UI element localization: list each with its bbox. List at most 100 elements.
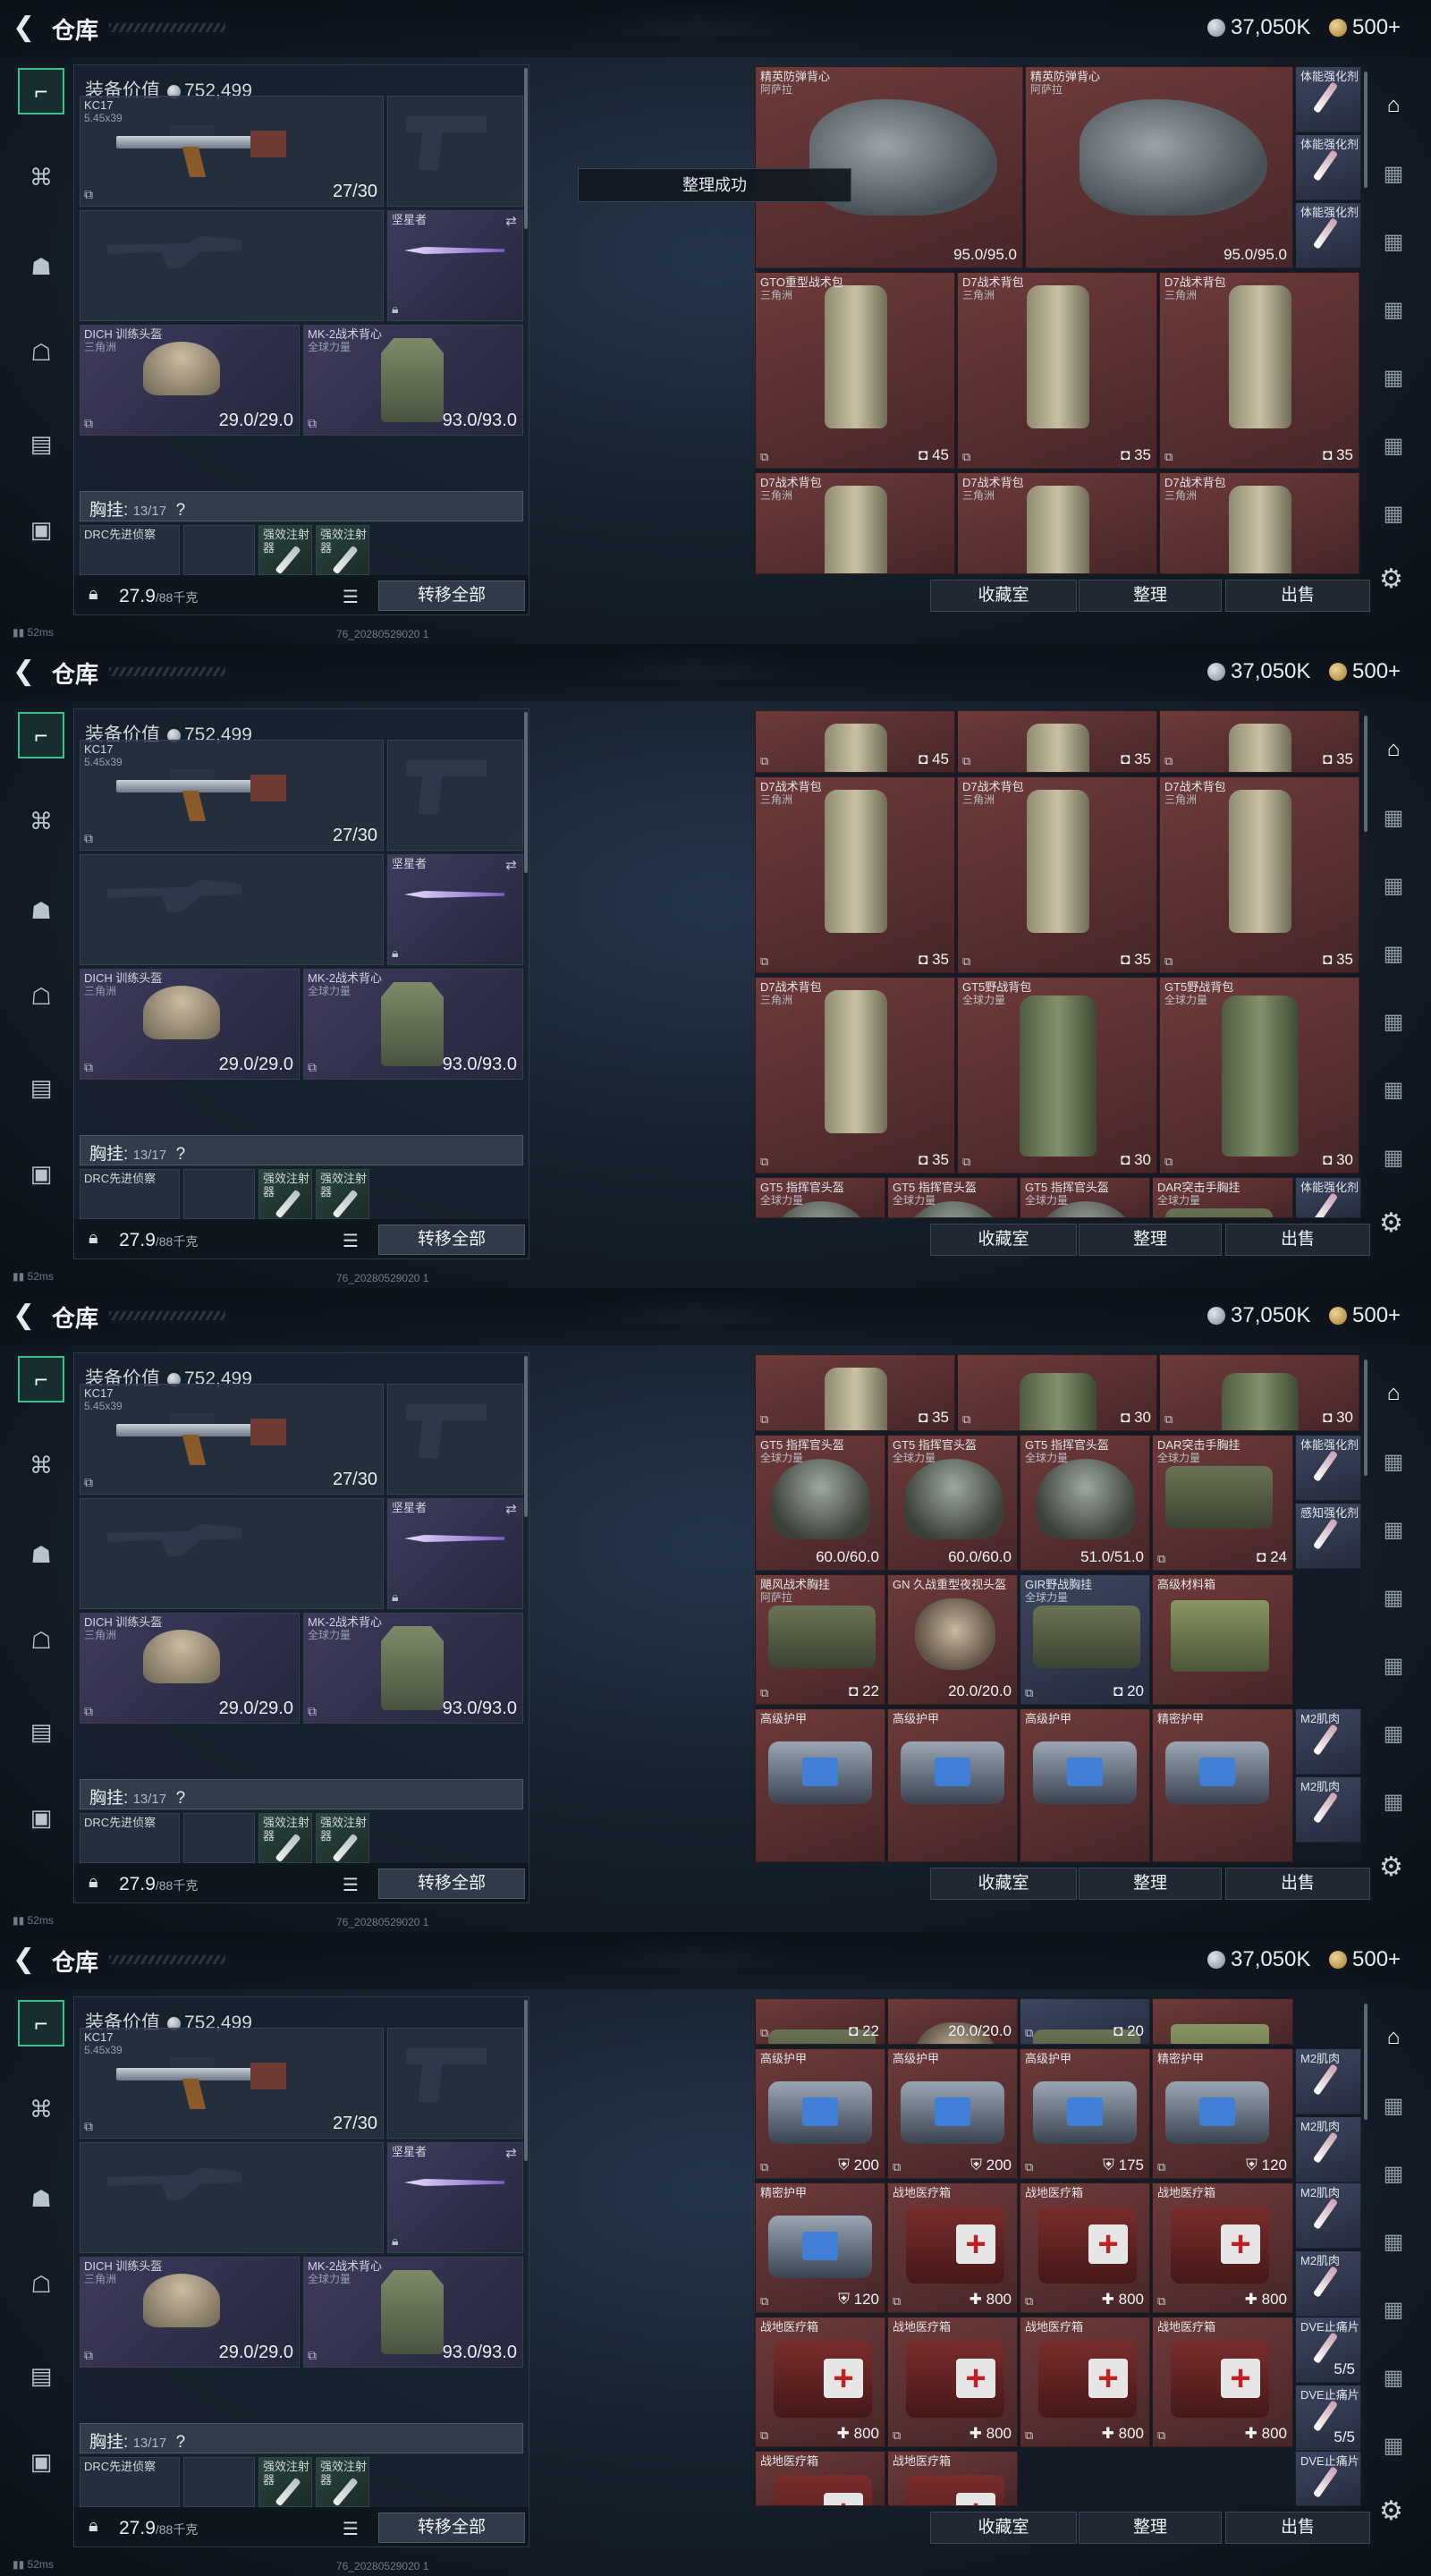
chest-rig-row[interactable]: 胸挂: 13/17 ? [80, 2423, 523, 2453]
inventory-item[interactable]: 感知强化剂 [1295, 1503, 1361, 1569]
sort-button[interactable]: 整理 [1079, 1868, 1222, 1900]
lock-bag-icon[interactable]: ☖ [18, 1617, 64, 1664]
inventory-item[interactable]: 高级护甲 [1020, 1708, 1150, 1862]
silver-currency[interactable]: 37,050K [1207, 658, 1310, 685]
chest-item[interactable]: DRC先进侦察 [80, 1169, 180, 1219]
inventory-item[interactable]: 战地医疗箱 ✚ 800 ⧉ [887, 2317, 1018, 2447]
inventory-item[interactable]: 精英防弹背心 阿萨拉 95.0/95.0 [755, 66, 1023, 268]
storage-tab-icon[interactable]: ▦ [1374, 2358, 1413, 2397]
inventory-item[interactable]: DVE止痛片 [1295, 2451, 1361, 2506]
storage-tab-icon[interactable]: ▦ [1374, 866, 1413, 905]
storage-tab-icon[interactable]: ▦ [1374, 290, 1413, 329]
rig-icon[interactable]: ⌘ [18, 2086, 64, 2132]
collection-room-button[interactable]: 收藏室 [930, 1868, 1077, 1900]
toolbox-icon[interactable]: ▣ [18, 1794, 64, 1841]
chest-item[interactable]: DRC先进侦察 [80, 1813, 180, 1863]
silver-currency[interactable]: 37,050K [1207, 14, 1310, 41]
case-icon[interactable]: ▤ [18, 420, 64, 467]
help-icon[interactable]: ? [176, 1789, 186, 1808]
swap-icon[interactable]: ⇄ [505, 2145, 517, 2161]
gun-icon[interactable]: ⌐ [18, 68, 64, 114]
inventory-item[interactable]: ◘ 20 ⧉ [1020, 1998, 1150, 2045]
transfer-all-button[interactable]: 转移全部 [378, 580, 525, 611]
inventory-item[interactable]: 战地医疗箱 ✚ 800 ⧉ [755, 2317, 885, 2447]
swap-icon[interactable]: ⇄ [505, 1501, 517, 1517]
warehouse-tab-icon[interactable]: ⌂ [1374, 2018, 1413, 2057]
silver-currency[interactable]: 37,050K [1207, 1946, 1310, 1973]
rig-icon[interactable]: ⌘ [18, 798, 64, 844]
settings-gear-icon[interactable]: ⚙ [1379, 2496, 1403, 2527]
inventory-item[interactable]: 体能强化剂 [1295, 1177, 1361, 1218]
inventory-item[interactable]: GIR野战胸挂 全球力量 ◘ 20 ⧉ [1020, 1574, 1150, 1705]
inventory-item[interactable]: M2肌肉 [1295, 2116, 1361, 2182]
sort-button[interactable]: 整理 [1079, 580, 1222, 612]
gun-icon[interactable]: ⌐ [18, 2000, 64, 2046]
secondary-weapon-slot[interactable] [80, 2142, 384, 2253]
inventory-item[interactable]: GT5 指挥官头盔 全球力量 [887, 1177, 1018, 1218]
inventory-item[interactable]: 精密护甲 [1152, 1708, 1293, 1862]
primary-weapon-slot[interactable]: KC17 5.45x39 ⧉ 27/30 [80, 2028, 384, 2139]
chest-item[interactable]: 强效注射器 [316, 2457, 369, 2507]
back-arrow-icon[interactable]: ❮ [13, 1945, 43, 1975]
lock-bag-icon[interactable]: ☖ [18, 973, 64, 1020]
settings-gear-icon[interactable]: ⚙ [1379, 564, 1403, 595]
rig-icon[interactable]: ⌘ [18, 154, 64, 200]
equipment-scrollbar[interactable] [524, 68, 528, 229]
inventory-item[interactable]: D7战术背包 三角洲 ◘ 35 ⧉ [755, 977, 955, 1174]
list-icon[interactable]: ☰ [343, 2518, 359, 2540]
armor-slot[interactable]: MK-2战术背心 全球力量 ⧉ 93.0/93.0 [303, 325, 523, 436]
pistol-slot[interactable] [387, 1384, 523, 1495]
inventory-item[interactable]: 战地医疗箱 ✚ 800 ⧉ [1152, 2317, 1293, 2447]
inventory-item[interactable]: ◘ 35 ⧉ [1159, 710, 1359, 773]
storage-tab-icon[interactable]: ▦ [1374, 494, 1413, 533]
inventory-item[interactable]: 战地医疗箱 [887, 2451, 1018, 2506]
pistol-slot[interactable] [387, 96, 523, 207]
primary-weapon-slot[interactable]: KC17 5.45x39 ⧉ 27/30 [80, 1384, 384, 1495]
inventory-item[interactable]: 战地医疗箱 ✚ 800 ⧉ [1152, 2182, 1293, 2313]
inventory-item[interactable]: 战地医疗箱 ✚ 800 ⧉ [1020, 2182, 1150, 2313]
inventory-item[interactable]: 战地医疗箱 ✚ 800 ⧉ [1020, 2317, 1150, 2447]
inventory-item[interactable]: 高级护甲 ⛨ 200 ⧉ [755, 2048, 885, 2179]
swap-icon[interactable]: ⇄ [505, 857, 517, 873]
sell-button[interactable]: 出售 [1225, 1224, 1370, 1256]
inventory-item[interactable]: GT5 指挥官头盔 全球力量 51.0/51.0 [1020, 1435, 1150, 1571]
inventory-item[interactable]: ◘ 22 ⧉ [755, 1998, 885, 2045]
inventory-item[interactable]: 战地医疗箱 ✚ 800 ⧉ [887, 2182, 1018, 2313]
inventory-item[interactable]: 体能强化剂 [1295, 66, 1361, 132]
storage-tab-icon[interactable]: ▦ [1374, 154, 1413, 193]
gun-icon[interactable]: ⌐ [18, 1356, 64, 1402]
storage-tab-icon[interactable]: ▦ [1374, 2154, 1413, 2193]
chest-item[interactable] [183, 2457, 255, 2507]
storage-tab-icon[interactable]: ▦ [1374, 2426, 1413, 2465]
inventory-item[interactable]: M2肌肉 [1295, 1708, 1361, 1775]
inventory-item[interactable]: D7战术背包 三角洲 [755, 472, 955, 574]
storage-tab-icon[interactable]: ▦ [1374, 426, 1413, 465]
inventory-item[interactable]: 精英防弹背心 阿萨拉 95.0/95.0 [1025, 66, 1293, 268]
back-arrow-icon[interactable]: ❮ [13, 1301, 43, 1331]
inventory-item[interactable]: D7战术背包 三角洲 [957, 472, 1157, 574]
pistol-slot[interactable] [387, 740, 523, 851]
storage-tab-icon[interactable]: ▦ [1374, 1510, 1413, 1549]
back-arrow-icon[interactable]: ❮ [13, 657, 43, 687]
inventory-item[interactable]: 高级护甲 ⛨ 175 ⧉ [1020, 2048, 1150, 2179]
equipment-scrollbar[interactable] [524, 1356, 528, 1517]
storage-tab-icon[interactable]: ▦ [1374, 934, 1413, 973]
storage-tab-icon[interactable]: ▦ [1374, 1442, 1413, 1481]
inventory-item[interactable]: DVE止痛片 5/5 [1295, 2385, 1361, 2451]
sell-button[interactable]: 出售 [1225, 2512, 1370, 2544]
rig-icon[interactable]: ⌘ [18, 1442, 64, 1488]
warehouse-tab-icon[interactable]: ⌂ [1374, 730, 1413, 769]
melee-slot[interactable]: 坚星者 ⇄ 🔒︎ [387, 210, 523, 321]
inventory-item[interactable]: M2肌肉 [1295, 2048, 1361, 2114]
collection-room-button[interactable]: 收藏室 [930, 2512, 1077, 2544]
swap-icon[interactable]: ⇄ [505, 213, 517, 229]
inventory-item[interactable]: GT5野战背包 全球力量 ◘ 30 ⧉ [957, 977, 1157, 1174]
help-icon[interactable]: ? [176, 501, 186, 520]
inventory-item[interactable]: 体能强化剂 [1295, 134, 1361, 200]
storage-tab-icon[interactable]: ▦ [1374, 222, 1413, 261]
backpack-icon[interactable]: ☗ [18, 2175, 64, 2222]
secondary-weapon-slot[interactable] [80, 854, 384, 965]
armor-slot[interactable]: MK-2战术背心 全球力量 ⧉ 93.0/93.0 [303, 1613, 523, 1724]
transfer-all-button[interactable]: 转移全部 [378, 1868, 525, 1899]
list-icon[interactable]: ☰ [343, 1230, 359, 1252]
